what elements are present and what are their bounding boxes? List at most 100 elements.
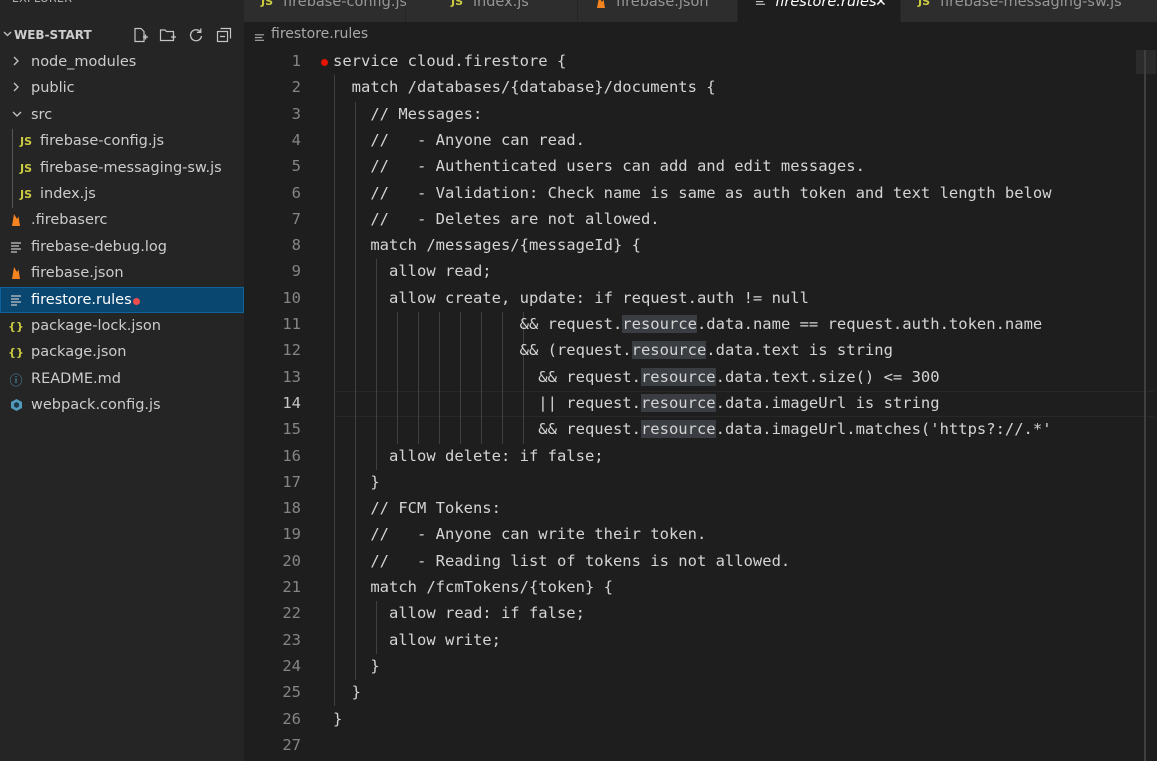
tree-item-firebase-debug-log[interactable]: firebase-debug.log bbox=[0, 234, 244, 260]
line-number: 11 bbox=[282, 315, 301, 333]
line-number: 12 bbox=[282, 341, 301, 360]
code-text: // - Anyone can write their token. bbox=[333, 525, 707, 544]
word-highlight: resource bbox=[622, 315, 697, 333]
firebase-flame-icon bbox=[8, 264, 24, 282]
tree-item-firestore-rules[interactable]: firestore.rules bbox=[0, 287, 244, 313]
code-line[interactable]: 26} bbox=[244, 707, 1157, 733]
new-file-icon[interactable] bbox=[131, 26, 149, 44]
code-line[interactable]: 19 // - Anyone can write their token. bbox=[244, 522, 1157, 548]
code-line[interactable]: 23 allow write; bbox=[244, 628, 1157, 654]
tab-firebase-json[interactable]: firebase.json bbox=[578, 0, 738, 22]
tree-item-firebase-json[interactable]: firebase.json bbox=[0, 260, 244, 286]
tree-item-label: README.md bbox=[31, 371, 121, 387]
code-line[interactable]: 17 } bbox=[244, 470, 1157, 496]
tab-firebase-messaging-sw-js[interactable]: JS firebase-messaging-sw.js bbox=[901, 0, 1157, 22]
code-line[interactable]: 15 && request.resource.data.imageUrl.mat… bbox=[244, 417, 1157, 443]
js-file-icon: JS bbox=[261, 0, 274, 8]
chevron-right-icon bbox=[10, 79, 22, 99]
tree-item-readme-md[interactable]: ⓘ README.md bbox=[0, 366, 244, 392]
chevron-right-icon bbox=[10, 53, 22, 73]
line-number: 25 bbox=[282, 683, 301, 702]
tree-item-label: index.js bbox=[40, 186, 96, 202]
code-line[interactable]: 12 && (request.resource.data.text is str… bbox=[244, 338, 1157, 364]
line-number: 27 bbox=[282, 735, 301, 754]
code-line[interactable]: 10 allow create, update: if request.auth… bbox=[244, 286, 1157, 312]
line-number: 2 bbox=[291, 78, 301, 97]
code-line[interactable]: 18 // FCM Tokens: bbox=[244, 496, 1157, 522]
code-line[interactable]: 21 match /fcmTokens/{token} { bbox=[244, 575, 1157, 601]
tree-item-package-json[interactable]: {} package.json bbox=[0, 339, 244, 365]
code-line[interactable]: 5 // - Authenticated users can add and e… bbox=[244, 154, 1157, 180]
info-icon: ⓘ bbox=[9, 373, 23, 389]
code-line[interactable]: 2 match /databases/{database}/documents … bbox=[244, 75, 1157, 101]
code-line[interactable]: 11 && request.resource.data.name == requ… bbox=[244, 312, 1157, 338]
tab-firestore-rules[interactable]: firestore.rules ✕ bbox=[738, 0, 901, 22]
tree-item-firebaserc[interactable]: .firebaserc bbox=[0, 207, 244, 233]
json-file-icon: {} bbox=[8, 319, 24, 333]
js-file-icon: JS bbox=[451, 0, 464, 8]
code-line[interactable]: 25 } bbox=[244, 680, 1157, 706]
code-line[interactable]: 27 bbox=[244, 733, 1157, 759]
code-text: allow read: if false; bbox=[333, 604, 585, 623]
tree-item-package-lock-json[interactable]: {} package-lock.json bbox=[0, 313, 244, 339]
code-text: // - Authenticated users can add and edi… bbox=[333, 157, 865, 176]
tree-item-label: webpack.config.js bbox=[31, 397, 161, 413]
code-line[interactable]: 1 service cloud.firestore { bbox=[244, 49, 1157, 75]
tree-item-label: package.json bbox=[31, 344, 127, 360]
scrollbar-thumb[interactable] bbox=[1144, 50, 1146, 761]
tree-item-label: src bbox=[31, 107, 53, 123]
tree-item-index-js[interactable]: JS index.js bbox=[0, 181, 244, 207]
code-line[interactable]: 9 allow read; bbox=[244, 259, 1157, 285]
tab-label: index.js bbox=[473, 0, 529, 10]
new-folder-icon[interactable] bbox=[159, 26, 177, 44]
code-text: // - Deletes are not allowed. bbox=[333, 209, 660, 228]
code-line[interactable]: 16 allow delete: if false; bbox=[244, 444, 1157, 470]
code-text: || request.resource.data.imageUrl is str… bbox=[333, 393, 940, 412]
line-number: 18 bbox=[282, 499, 301, 518]
code-text: allow delete: if false; bbox=[333, 446, 604, 465]
code-line[interactable]: 4 // - Anyone can read. bbox=[244, 128, 1157, 154]
vertical-scrollbar[interactable] bbox=[1140, 50, 1157, 761]
breakpoint-dot[interactable] bbox=[321, 59, 328, 66]
code-text: // - Anyone can read. bbox=[333, 130, 585, 149]
line-number: 21 bbox=[282, 578, 301, 596]
code-text: allow read; bbox=[333, 262, 492, 281]
tree-item-node-modules[interactable]: node_modules bbox=[0, 49, 244, 75]
code-line[interactable]: 20 // - Reading list of tokens is not al… bbox=[244, 549, 1157, 575]
code-text: && request.resource.data.text.size() <= … bbox=[333, 367, 940, 386]
tab-label: firebase-config.js bbox=[283, 0, 408, 10]
refresh-icon[interactable] bbox=[187, 26, 205, 44]
code-text: && request.resource.data.imageUrl.matche… bbox=[333, 420, 1052, 439]
tree-item-firebase-messaging-sw-js[interactable]: JS firebase-messaging-sw.js bbox=[0, 155, 244, 181]
code-line[interactable]: 13 && request.resource.data.text.size() … bbox=[244, 365, 1157, 391]
code-line[interactable]: 6 // - Validation: Check name is same as… bbox=[244, 181, 1157, 207]
code-text: } bbox=[333, 656, 380, 675]
project-header[interactable]: WEB-START bbox=[0, 22, 244, 48]
tab-firebase-config-js[interactable]: JS firebase-config.js bbox=[244, 0, 408, 22]
tree-item-label: package-lock.json bbox=[31, 318, 161, 334]
code-line[interactable]: 3 // Messages: bbox=[244, 102, 1157, 128]
tree-item-webpack-config-js[interactable]: webpack.config.js bbox=[0, 392, 244, 418]
line-number: 15 bbox=[282, 420, 301, 439]
line-number: 20 bbox=[282, 551, 301, 570]
collapse-all-icon[interactable] bbox=[215, 26, 233, 44]
tree-item-firebase-config-js[interactable]: JS firebase-config.js bbox=[0, 128, 244, 154]
code-line[interactable]: 8 match /messages/{messageId} { bbox=[244, 233, 1157, 259]
tree-item-public[interactable]: public bbox=[0, 75, 244, 101]
chevron-down-icon bbox=[2, 28, 13, 42]
code-line[interactable]: 24 } bbox=[244, 654, 1157, 680]
js-file-icon: JS bbox=[19, 161, 32, 175]
code-line[interactable]: 14 || request.resource.data.imageUrl is … bbox=[244, 391, 1157, 417]
code-editor[interactable]: firestore.rules 1 service cloud.firestore… bbox=[244, 22, 1157, 761]
tree-item-src[interactable]: src bbox=[0, 102, 244, 128]
close-icon[interactable]: ✕ bbox=[875, 0, 887, 10]
code-line[interactable]: 7 // - Deletes are not allowed. bbox=[244, 207, 1157, 233]
explorer-more-button[interactable]: ··· bbox=[206, 0, 222, 6]
code-line[interactable]: 22 allow read: if false; bbox=[244, 601, 1157, 627]
breadcrumb[interactable]: firestore.rules bbox=[271, 26, 368, 48]
word-highlight: resource bbox=[631, 341, 707, 360]
tab-index-js[interactable]: JS index.js bbox=[406, 0, 578, 22]
code-text: && (request.resource.data.text is string bbox=[333, 341, 893, 360]
line-number: 23 bbox=[282, 630, 301, 649]
line-number: 16 bbox=[282, 446, 301, 465]
